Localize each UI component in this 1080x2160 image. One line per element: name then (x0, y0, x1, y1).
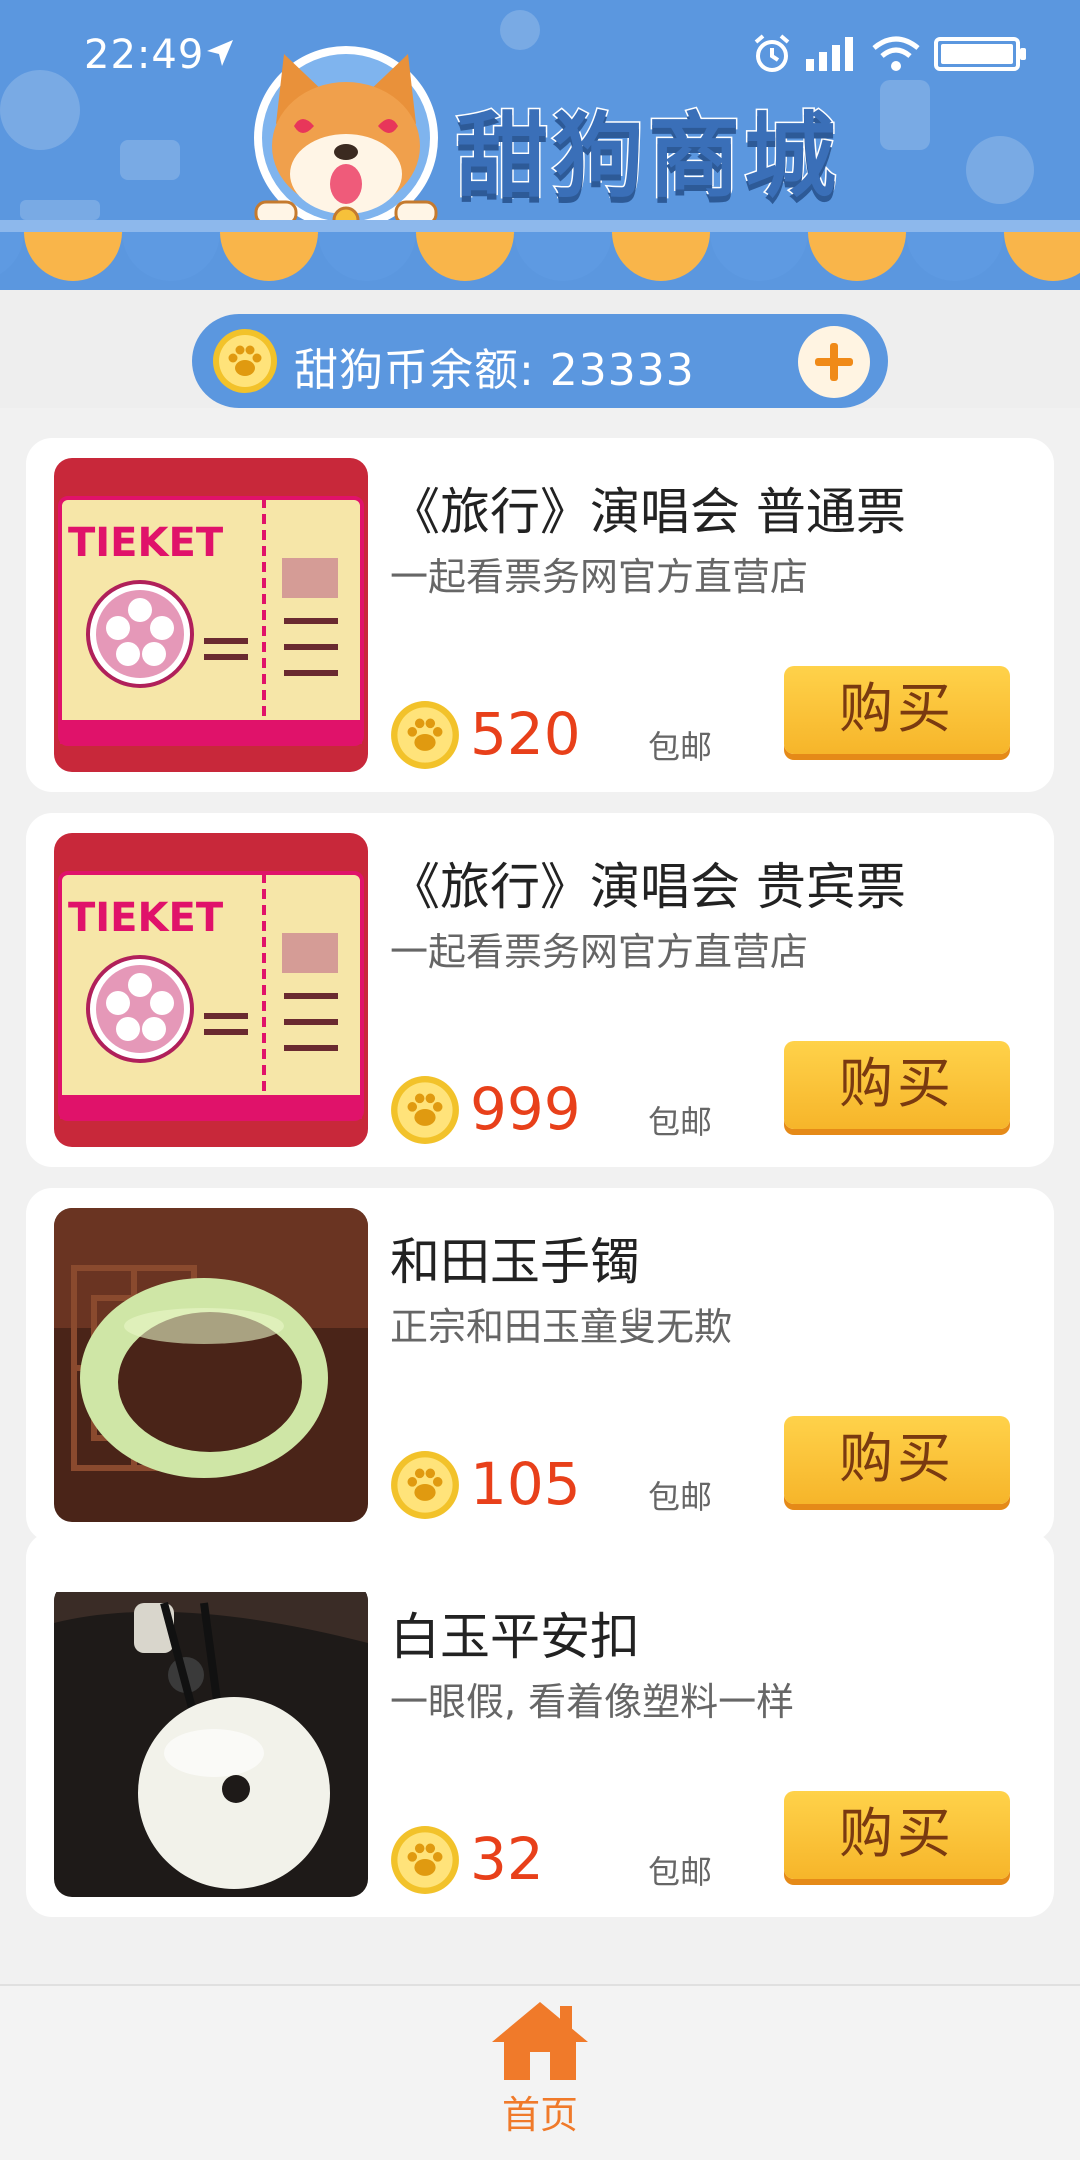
product-subtitle: 正宗和田玉童叟无欺 (390, 1305, 733, 1349)
product-title: 和田玉手镯 (390, 1233, 640, 1291)
product-card[interactable]: TIEKET 《旅行》演唱会 普通票 一起看票务网官方直营店 520 包邮 购买 (26, 438, 1054, 792)
paw-coin-icon (213, 329, 277, 393)
location-arrow-icon (207, 40, 233, 66)
product-card[interactable]: TIEKET 《旅行》演唱会 贵宾票 一起看票务网官方直营店 999 包邮 购买 (26, 813, 1054, 1167)
product-price: 999 (470, 1075, 581, 1143)
header: 22:49 甜狗商城 (0, 0, 1080, 290)
status-time: 22:49 (84, 32, 205, 78)
balance-label: 甜狗币余额: 23333 (294, 345, 695, 396)
wifi-icon (872, 36, 920, 71)
product-price: 105 (470, 1450, 581, 1518)
buy-button[interactable]: 购买 (784, 1416, 1010, 1504)
svg-text:TIEKET: TIEKET (68, 520, 224, 566)
awning-scallop (318, 232, 416, 281)
product-price: 520 (470, 700, 581, 768)
awning-scallop (0, 232, 24, 275)
jade-bracelet-image (54, 1208, 368, 1522)
awning-scallop (1004, 232, 1080, 281)
awning-scallop (416, 232, 514, 281)
home-icon (492, 2002, 588, 2080)
awning-scallop (24, 232, 122, 281)
product-title: 《旅行》演唱会 普通票 (390, 483, 906, 541)
shipping-label: 包邮 (648, 1103, 713, 1141)
awning-scallop (808, 232, 906, 281)
dog-mascot-icon (254, 46, 438, 234)
product-subtitle: 一眼假, 看着像塑料一样 (390, 1680, 795, 1724)
awning-scallop (122, 232, 220, 281)
tab-home-label: 首页 (501, 2093, 578, 2137)
product-title: 《旅行》演唱会 贵宾票 (390, 858, 906, 916)
buy-button[interactable]: 购买 (784, 1791, 1010, 1879)
shipping-label: 包邮 (648, 1853, 713, 1891)
svg-text:TIEKET: TIEKET (68, 895, 224, 941)
balance-pill: 甜狗币余额: 23333 (192, 314, 888, 408)
product-subtitle: 一起看票务网官方直营店 (390, 930, 809, 974)
balance-area: 甜狗币余额: 23333 (0, 290, 1080, 408)
product-price: 32 (470, 1825, 544, 1893)
product-card-partial[interactable] (26, 1532, 1054, 1592)
bottom-nav: 首页 (0, 1984, 1080, 2160)
logo: 甜狗商城 (236, 34, 856, 234)
awning-scallop (710, 232, 808, 281)
product-card[interactable]: 和田玉手镯 正宗和田玉童叟无欺 105 包邮 购买 (26, 1188, 1054, 1542)
awning-decoration (0, 220, 1080, 281)
awning-scallop (906, 232, 1004, 281)
paw-coin-icon (391, 1076, 459, 1144)
awning-scallop (612, 232, 710, 281)
product-card[interactable]: 白玉平安扣 一眼假, 看着像塑料一样 32 包邮 购买 (26, 1563, 1054, 1917)
shipping-label: 包邮 (648, 728, 713, 766)
paw-coin-icon (391, 701, 459, 769)
tab-home[interactable]: 首页 (482, 1996, 598, 2146)
product-title: 白玉平安扣 (390, 1608, 640, 1666)
awning-scallop (514, 232, 612, 281)
paw-coin-icon (391, 1451, 459, 1519)
app-title: 甜狗商城 (454, 102, 841, 212)
ticket-image: TIEKET (54, 833, 368, 1147)
jade-pendant-image (54, 1583, 368, 1897)
buy-button[interactable]: 购买 (784, 666, 1010, 754)
product-subtitle: 一起看票务网官方直营店 (390, 555, 809, 599)
battery-icon (934, 37, 1026, 71)
awning-scallop (220, 232, 318, 281)
paw-coin-icon (391, 1826, 459, 1894)
buy-button[interactable]: 购买 (784, 1041, 1010, 1129)
ticket-image: TIEKET (54, 458, 368, 772)
add-balance-button[interactable] (798, 326, 870, 398)
shipping-label: 包邮 (648, 1478, 713, 1516)
